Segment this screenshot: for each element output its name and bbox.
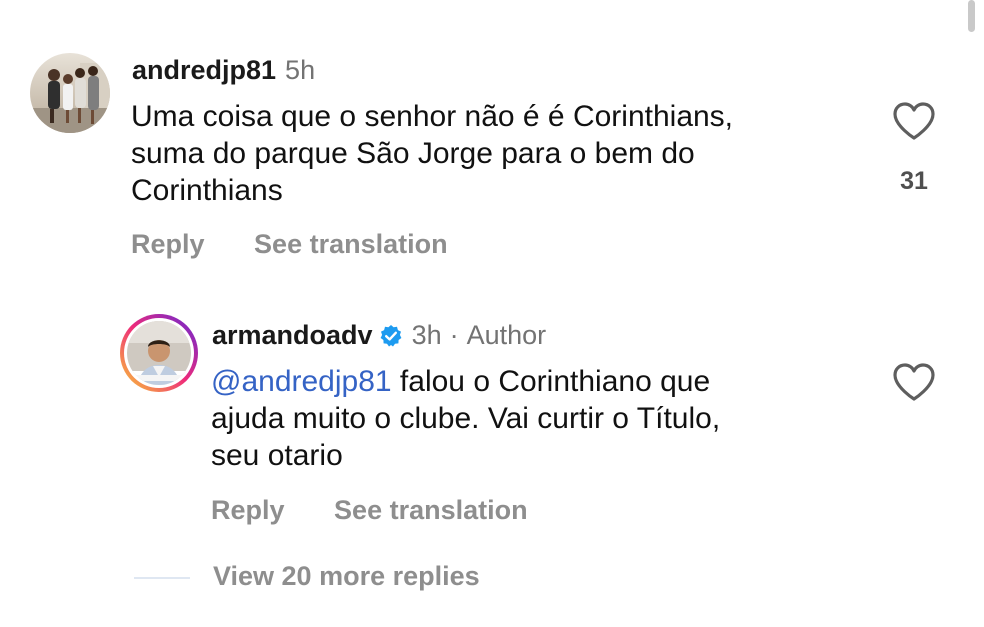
comment-meta: andredjp81 5h	[132, 54, 315, 86]
reply-button[interactable]: Reply	[211, 495, 285, 526]
heart-outline-icon	[893, 363, 935, 401]
timestamp: 3h	[411, 320, 442, 350]
like-count: 31	[900, 167, 928, 195]
reply-button[interactable]: Reply	[131, 229, 205, 260]
comment-text-line: ajuda muito o clube. Vai curtir o Título…	[211, 402, 721, 435]
comment-text-line: Uma coisa que o senhor não é é Corinthia…	[131, 100, 734, 133]
comment-meta: armandoadv 3h · Author	[212, 319, 546, 351]
see-translation-button[interactable]: See translation	[334, 495, 528, 526]
comment-text-line: Corinthians	[131, 174, 283, 207]
separator: ·	[449, 320, 459, 350]
verified-badge-icon	[379, 323, 403, 347]
comment-text-segment: falou o Corinthiano que	[391, 365, 711, 398]
view-more-replies-button[interactable]: View 20 more replies	[213, 561, 480, 592]
timestamp: 5h	[285, 55, 316, 85]
see-translation-button[interactable]: See translation	[254, 229, 448, 260]
avatar[interactable]	[30, 53, 110, 133]
comment-text: @andredjp81 falou o Corinthiano que ajud…	[211, 363, 720, 474]
like-button[interactable]	[892, 362, 936, 402]
comment-text-line: seu otario	[211, 439, 343, 472]
reply-armandoadv: armandoadv 3h · Author @andredjp81 falou…	[0, 290, 984, 540]
comment-andredjp81: andredjp81 5h Uma coisa que o senhor não…	[0, 0, 984, 270]
comment-text: Uma coisa que o senhor não é é Corinthia…	[131, 98, 733, 209]
comment-text-line: suma do parque São Jorge para o bem do	[131, 137, 695, 170]
like-button[interactable]	[892, 101, 936, 141]
comment-actions: Reply See translation	[131, 229, 448, 260]
username[interactable]: andredjp81	[132, 54, 276, 86]
author-label: Author	[466, 320, 547, 350]
thread-divider-line	[134, 577, 190, 579]
avatar-story-ring[interactable]	[119, 313, 199, 393]
mention-link[interactable]: @andredjp81	[211, 365, 392, 398]
comment-actions: Reply See translation	[211, 495, 528, 526]
comment-text-line: @andredjp81 falou o Corinthiano que	[211, 363, 720, 400]
username[interactable]: armandoadv	[212, 319, 373, 351]
heart-outline-icon	[893, 102, 935, 140]
